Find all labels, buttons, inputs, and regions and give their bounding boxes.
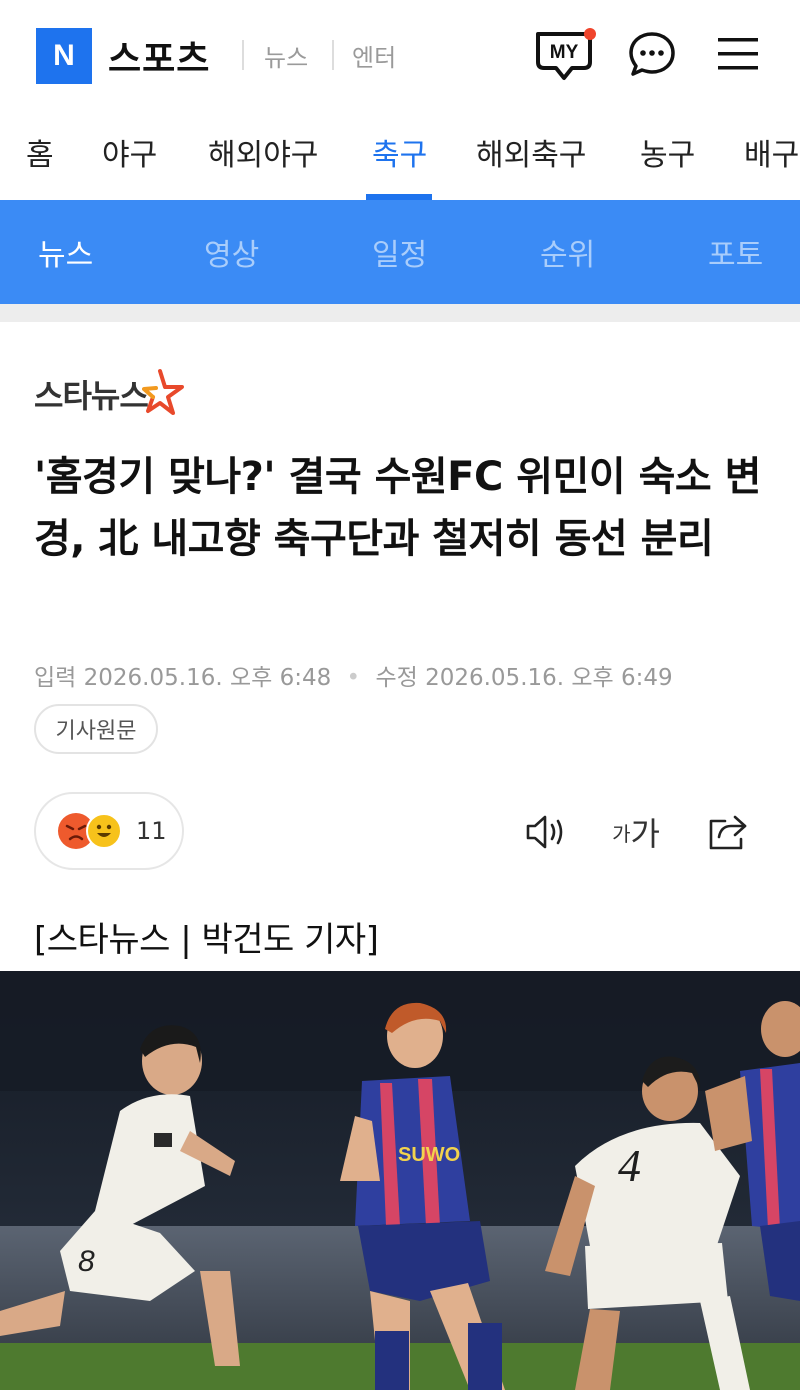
smile-emoji-icon (86, 813, 122, 849)
article-photo[interactable]: 8 SUWO 4 (0, 971, 800, 1390)
section-separator (0, 304, 800, 322)
edit-time: 2026.05.16. 오후 6:49 (425, 665, 673, 691)
tab-volleyball[interactable]: 배구 (744, 130, 799, 174)
subtab-photo[interactable]: 포토 (708, 230, 763, 274)
input-label: 입력 (34, 665, 77, 691)
entertainment-link[interactable]: 엔터 (352, 38, 396, 73)
tab-overseas-baseball[interactable]: 해외야구 (208, 130, 318, 174)
chat-bubble-icon (629, 32, 675, 76)
article-timestamps: 입력 2026.05.16. 오후 6:48 • 수정 2026.05.16. … (34, 658, 673, 692)
star-icon (141, 369, 184, 415)
speaker-icon (526, 815, 563, 849)
subtab-news[interactable]: 뉴스 (38, 230, 93, 274)
press-logo[interactable]: 스타뉴스 (34, 368, 186, 420)
byline: [스타뉴스 | 박건도 기자] (34, 920, 379, 960)
edit-label: 수정 (375, 665, 418, 691)
tts-button[interactable] (520, 806, 572, 858)
divider (242, 40, 244, 70)
meta-separator: • (346, 665, 361, 691)
tab-baseball[interactable]: 야구 (102, 130, 157, 174)
tab-overseas-soccer[interactable]: 해외축구 (476, 130, 586, 174)
svg-text:8: 8 (78, 1245, 95, 1278)
subtab-standings[interactable]: 순위 (540, 230, 595, 274)
news-link[interactable]: 뉴스 (264, 38, 308, 73)
article-headline: '홈경기 맞나?' 결국 수원FC 위민이 숙소 변경, 北 내고향 축구단과 … (34, 454, 761, 562)
subtab-schedule[interactable]: 일정 (372, 230, 427, 274)
sub-navigation: 뉴스 영상 일정 순위 포토 (0, 200, 800, 304)
tab-soccer[interactable]: 축구 (372, 130, 427, 174)
reaction-button[interactable]: 11 (34, 792, 184, 870)
naver-logo[interactable]: N (36, 28, 92, 84)
divider (332, 40, 334, 70)
tab-basketball[interactable]: 농구 (640, 130, 695, 174)
reaction-count: 11 (136, 817, 167, 845)
svg-text:SUWO: SUWO (398, 1144, 460, 1166)
my-button[interactable]: MY (532, 22, 596, 86)
notification-dot (584, 28, 596, 40)
chat-button[interactable] (620, 22, 684, 86)
section-title[interactable]: 스포츠 (108, 30, 210, 82)
top-header: N 스포츠 뉴스 엔터 MY (0, 0, 800, 108)
share-icon (709, 815, 747, 850)
font-size-button[interactable]: 가가 (608, 806, 664, 858)
font-big-label: 가 (630, 815, 660, 853)
press-name: 스타뉴스 (34, 377, 149, 415)
hamburger-menu-icon (718, 38, 758, 70)
my-label: MY (550, 42, 579, 63)
font-small-label: 가 (612, 821, 631, 846)
soccer-match-photo: 8 SUWO 4 (0, 971, 800, 1390)
share-button[interactable] (702, 806, 752, 858)
subtab-video[interactable]: 영상 (204, 230, 259, 274)
input-time: 2026.05.16. 오후 6:48 (83, 665, 332, 691)
original-article-button[interactable]: 기사원문 (34, 704, 158, 754)
my-badge-icon: MY (536, 28, 596, 80)
menu-button[interactable] (706, 22, 770, 86)
sport-category-tabs: 홈 야구 해외야구 축구 해외축구 농구 배구 (0, 108, 800, 200)
tab-home[interactable]: 홈 (26, 130, 54, 174)
svg-text:4: 4 (618, 1140, 641, 1191)
